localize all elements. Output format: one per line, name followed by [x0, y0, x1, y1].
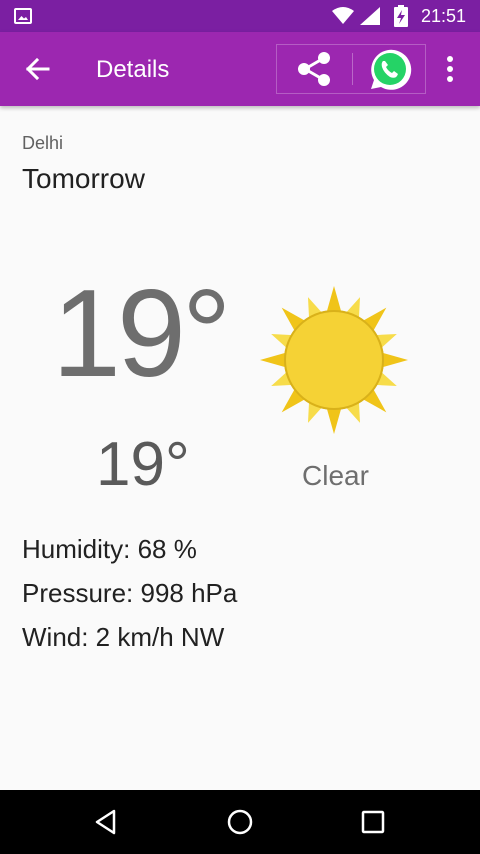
app-bar: Details — [0, 32, 480, 106]
nav-recents-icon — [361, 810, 385, 834]
status-bar: 21:51 — [0, 0, 480, 32]
nav-home-icon — [227, 809, 253, 835]
city-name: Delhi — [22, 133, 64, 153]
nav-back-button[interactable] — [86, 802, 126, 842]
action-group — [276, 44, 426, 94]
gallery-icon — [14, 8, 32, 24]
back-arrow-icon — [25, 57, 50, 81]
weather-condition: Clear — [302, 460, 369, 491]
forecast-day: Tomorrow — [22, 163, 145, 194]
overflow-menu-button[interactable] — [432, 45, 468, 93]
nav-recents-button[interactable] — [353, 802, 393, 842]
battery-charging-icon — [394, 5, 408, 27]
share-button[interactable] — [277, 45, 352, 93]
back-button[interactable] — [14, 45, 62, 93]
share-icon — [298, 52, 330, 86]
status-time: 21:51 — [421, 6, 467, 26]
wind-text: Wind: 2 km/h NW — [22, 622, 225, 652]
whatsapp-icon — [371, 49, 412, 90]
low-temperature: 19° — [96, 430, 190, 499]
wifi-icon — [332, 7, 354, 24]
nav-back-icon — [95, 809, 116, 835]
high-temperature: 19° — [52, 265, 232, 403]
page-title: Details — [96, 56, 170, 83]
navigation-bar — [0, 790, 480, 854]
nav-home-button[interactable] — [220, 802, 260, 842]
whatsapp-button[interactable] — [353, 45, 425, 93]
sun-icon — [260, 286, 408, 434]
humidity-text: Humidity: 68 % — [22, 534, 197, 564]
pressure-text: Pressure: 998 hPa — [22, 578, 238, 608]
signal-icon — [360, 7, 380, 25]
overflow-menu-icon — [447, 56, 453, 82]
